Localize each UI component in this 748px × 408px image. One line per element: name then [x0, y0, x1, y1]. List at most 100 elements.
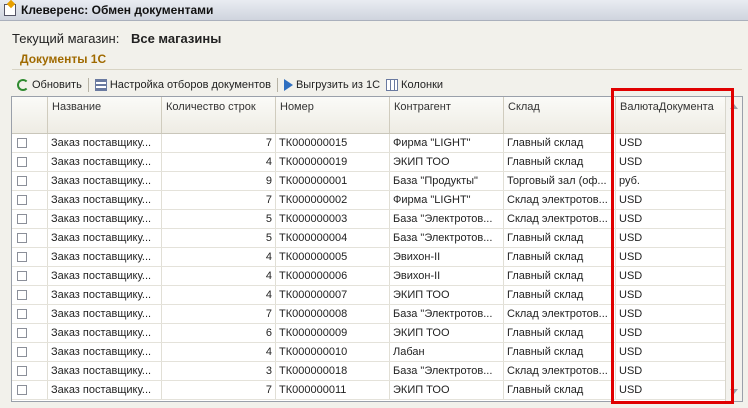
cell-counterparty: ЭКИП ТОО — [390, 324, 504, 342]
cell-checkbox — [12, 362, 48, 380]
row-checkbox[interactable] — [17, 385, 27, 395]
documents-table[interactable]: Название Количество строк Номер Контраге… — [11, 96, 743, 402]
cell-line-count: 4 — [162, 153, 276, 171]
cell-warehouse: Склад электротов... — [504, 362, 616, 380]
cell-counterparty: Фирма "LIGHT" — [390, 191, 504, 209]
row-checkbox[interactable] — [17, 309, 27, 319]
cell-number: ТК000000001 — [276, 172, 390, 190]
cell-counterparty: Фирма "LIGHT" — [390, 134, 504, 152]
column-header-currency[interactable]: ВалютаДокумента — [616, 97, 727, 133]
cell-warehouse: Главный склад — [504, 343, 616, 361]
toolbar-separator — [87, 78, 89, 92]
cell-warehouse: Главный склад — [504, 381, 616, 399]
row-checkbox[interactable] — [17, 328, 27, 338]
cell-currency: USD — [616, 305, 727, 323]
cell-line-count: 4 — [162, 286, 276, 304]
column-header-warehouse[interactable]: Склад — [504, 97, 616, 133]
row-checkbox[interactable] — [17, 176, 27, 186]
cell-checkbox — [12, 305, 48, 323]
table-row[interactable]: Заказ поставщику... 4 ТК000000005 Эвихон-II… — [12, 248, 727, 267]
filter-settings-button[interactable]: Настройка отборов документов — [92, 76, 274, 94]
row-checkbox[interactable] — [17, 214, 27, 224]
cell-name: Заказ поставщику... — [48, 229, 162, 247]
table-row[interactable]: Заказ поставщику... 5 ТК000000004 База "Эле… — [12, 229, 727, 248]
cell-warehouse: Склад электротов... — [504, 305, 616, 323]
column-header-counterparty[interactable]: Контрагент — [390, 97, 504, 133]
cell-number: ТК000000008 — [276, 305, 390, 323]
cell-name: Заказ поставщику... — [48, 134, 162, 152]
cell-counterparty: База "Продукты" — [390, 172, 504, 190]
cell-number: ТК000000004 — [276, 229, 390, 247]
cell-counterparty: ЭКИП ТОО — [390, 153, 504, 171]
column-header-line-count[interactable]: Количество строк — [162, 97, 276, 133]
row-checkbox[interactable] — [17, 195, 27, 205]
section-title: Документы 1С — [20, 52, 107, 66]
refresh-button[interactable]: Обновить — [14, 76, 85, 94]
row-checkbox[interactable] — [17, 347, 27, 357]
cell-checkbox — [12, 248, 48, 266]
scroll-down-icon[interactable] — [730, 389, 738, 394]
vertical-scrollbar[interactable] — [725, 97, 742, 401]
cell-line-count: 7 — [162, 381, 276, 399]
cell-name: Заказ поставщику... — [48, 343, 162, 361]
cell-line-count: 5 — [162, 210, 276, 228]
cell-number: ТК000000010 — [276, 343, 390, 361]
row-checkbox[interactable] — [17, 157, 27, 167]
row-checkbox[interactable] — [17, 290, 27, 300]
cell-checkbox — [12, 210, 48, 228]
cell-name: Заказ поставщику... — [48, 286, 162, 304]
cell-currency: USD — [616, 343, 727, 361]
export-arrow-icon — [283, 79, 293, 91]
window-titlebar: Клеверенс: Обмен документами — [0, 0, 748, 21]
cell-checkbox — [12, 153, 48, 171]
table-row[interactable]: Заказ поставщику... 7 ТК000000008 База "Эле… — [12, 305, 727, 324]
table-row[interactable]: Заказ поставщику... 7 ТК000000015 Фирма "LI… — [12, 134, 727, 153]
cell-checkbox — [12, 172, 48, 190]
app-icon — [4, 4, 16, 16]
table-header: Название Количество строк Номер Контраге… — [12, 97, 727, 134]
cell-name: Заказ поставщику... — [48, 305, 162, 323]
export-label: Выгрузить из 1С — [295, 79, 381, 91]
table-row[interactable]: Заказ поставщику... 6 ТК000000009 ЭКИП ТОО Г… — [12, 324, 727, 343]
cell-warehouse: Главный склад — [504, 153, 616, 171]
cell-currency: USD — [616, 210, 727, 228]
table-row[interactable]: Заказ поставщику... 4 ТК000000007 ЭКИП ТОО Г… — [12, 286, 727, 305]
cell-number: ТК000000011 — [276, 381, 390, 399]
cell-currency: USD — [616, 134, 727, 152]
cell-name: Заказ поставщику... — [48, 267, 162, 285]
cell-counterparty: База "Электротов... — [390, 229, 504, 247]
table-row[interactable]: Заказ поставщику... 4 ТК000000006 Эвихон-II… — [12, 267, 727, 286]
table-row[interactable]: Заказ поставщику... 7 ТК000000002 Фирма "LI… — [12, 191, 727, 210]
row-checkbox[interactable] — [17, 233, 27, 243]
columns-button[interactable]: Колонки — [383, 76, 446, 94]
cell-line-count: 9 — [162, 172, 276, 190]
cell-line-count: 5 — [162, 229, 276, 247]
column-header-name[interactable]: Название — [48, 97, 162, 133]
table-row[interactable]: Заказ поставщику... 3 ТК000000018 База "Эле… — [12, 362, 727, 381]
filter-icon — [94, 79, 107, 91]
table-row[interactable]: Заказ поставщику... 5 ТК000000003 База "Эле… — [12, 210, 727, 229]
row-checkbox[interactable] — [17, 252, 27, 262]
cell-counterparty: База "Электротов... — [390, 305, 504, 323]
current-store-value[interactable]: Все магазины — [131, 31, 221, 46]
table-row[interactable]: Заказ поставщику... 9 ТК000000001 База "Про… — [12, 172, 727, 191]
table-row[interactable]: Заказ поставщику... 4 ТК000000019 ЭКИП ТОО Г… — [12, 153, 727, 172]
cell-currency: USD — [616, 286, 727, 304]
table-row[interactable]: Заказ поставщику... 7 ТК000000011 ЭКИП ТОО Г… — [12, 381, 727, 400]
cell-number: ТК000000005 — [276, 248, 390, 266]
cell-line-count: 7 — [162, 191, 276, 209]
export-button[interactable]: Выгрузить из 1С — [281, 76, 383, 94]
row-checkbox[interactable] — [17, 271, 27, 281]
cell-counterparty: Эвихон-II — [390, 248, 504, 266]
cell-number: ТК000000002 — [276, 191, 390, 209]
row-checkbox[interactable] — [17, 366, 27, 376]
cell-warehouse: Склад электротов... — [504, 191, 616, 209]
columns-icon — [386, 79, 399, 91]
cell-checkbox — [12, 324, 48, 342]
header-checkbox-column[interactable] — [12, 97, 48, 133]
scroll-up-icon[interactable] — [730, 104, 738, 109]
table-row[interactable]: Заказ поставщику... 4 ТК000000010 Лабан Глав… — [12, 343, 727, 362]
column-header-number[interactable]: Номер — [276, 97, 390, 133]
cell-currency: руб. — [616, 172, 727, 190]
row-checkbox[interactable] — [17, 138, 27, 148]
